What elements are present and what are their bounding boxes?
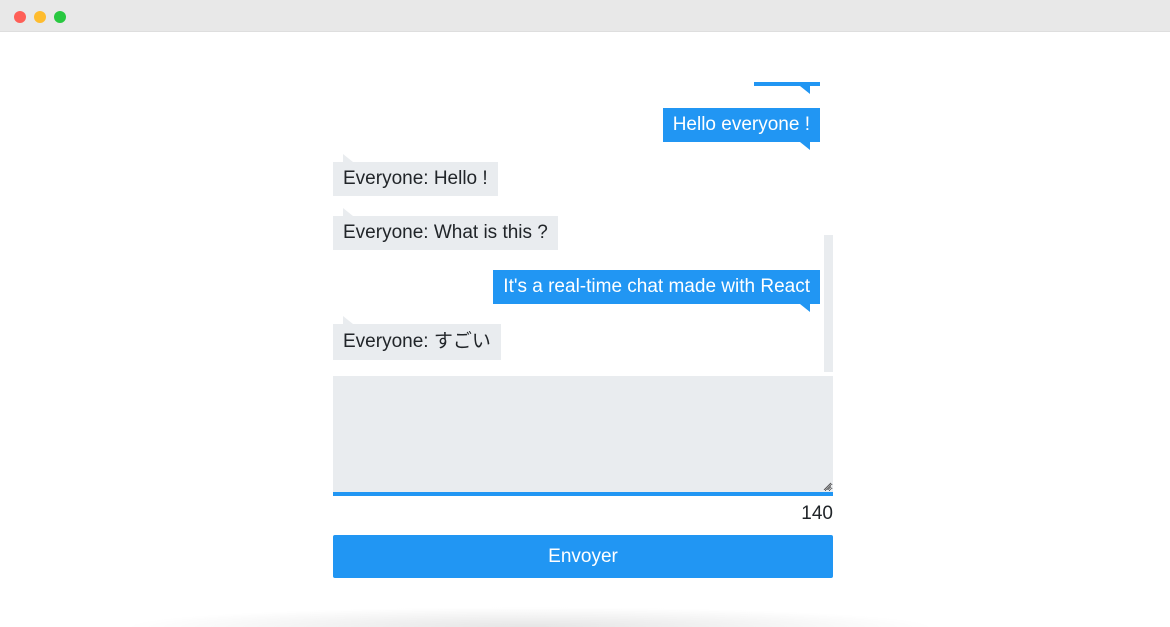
maximize-window-button[interactable]: [54, 11, 66, 23]
minimize-window-button[interactable]: [34, 11, 46, 23]
send-button[interactable]: Envoyer: [333, 535, 833, 578]
character-counter: 140: [801, 503, 833, 524]
message-text: Everyone: すごい: [343, 331, 491, 352]
close-window-button[interactable]: [14, 11, 26, 23]
partial-sent-message: [754, 82, 820, 94]
message-text: It's a real-time chat made with React: [503, 276, 810, 297]
page-content: Hello everyone ! Everyone: Hello ! Every…: [0, 32, 1170, 627]
message-list[interactable]: Hello everyone ! Everyone: Hello ! Every…: [333, 82, 833, 372]
message-text: Hello everyone !: [672, 114, 810, 135]
message-sent: Hello everyone !: [662, 108, 820, 150]
message-text: Everyone: Hello !: [343, 168, 488, 189]
message-list-scrollbar[interactable]: [824, 235, 833, 372]
window-titlebar: [0, 0, 1170, 32]
message-input[interactable]: [333, 376, 833, 496]
app-window: Hello everyone ! Everyone: Hello ! Every…: [0, 0, 1170, 627]
message-sent: It's a real-time chat made with React: [493, 270, 820, 312]
container-shadow: [120, 607, 940, 627]
message-received: Everyone: What is this ?: [333, 208, 558, 250]
message-text: Everyone: What is this ?: [343, 222, 548, 243]
message-received: Everyone: Hello !: [333, 154, 498, 196]
resize-grip-icon[interactable]: [823, 482, 831, 490]
message-received: Everyone: すごい: [333, 316, 501, 360]
